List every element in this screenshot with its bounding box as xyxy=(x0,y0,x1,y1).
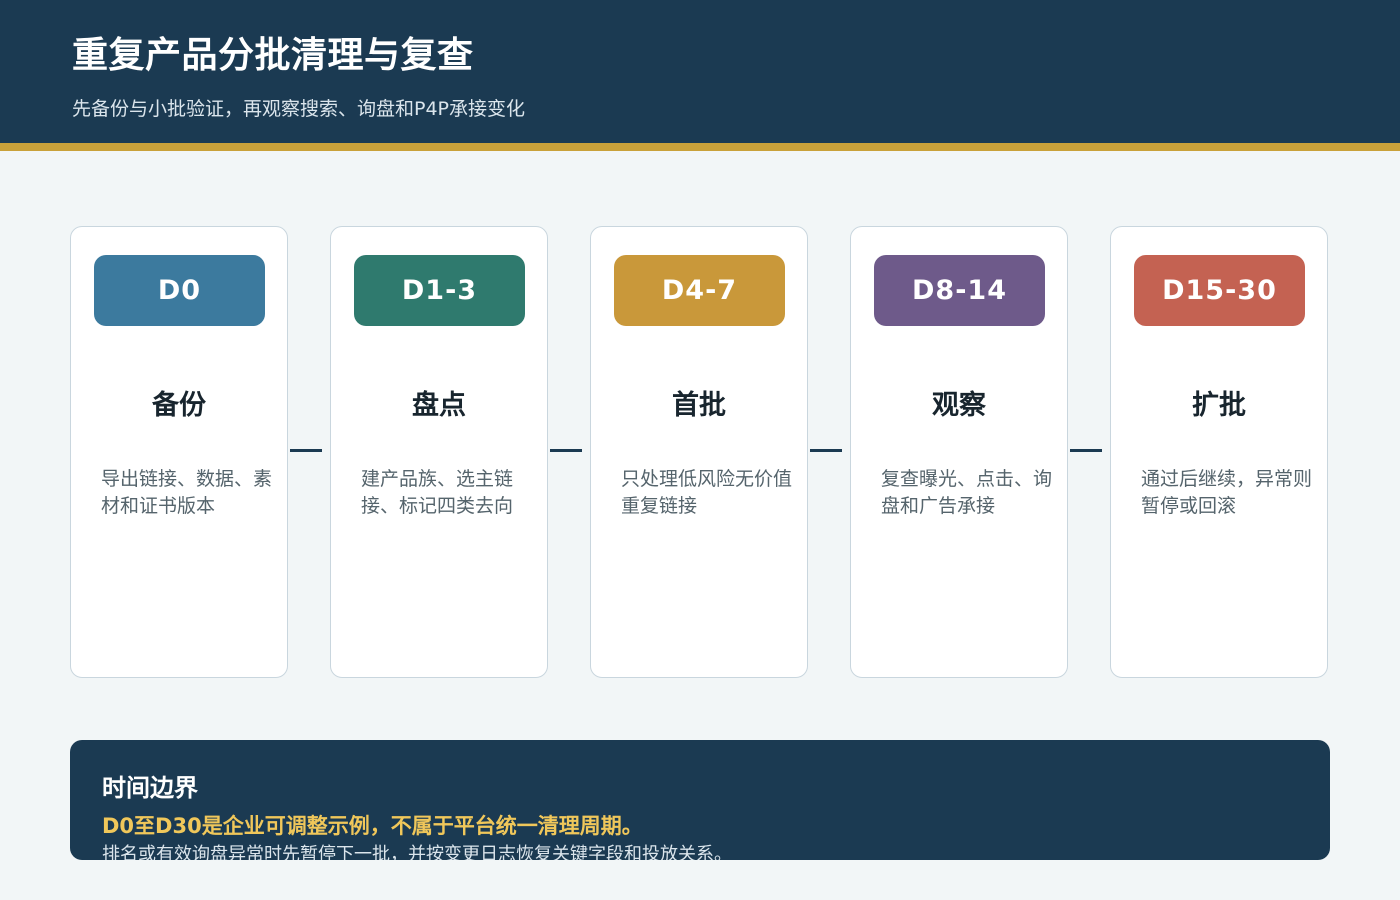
panel-highlight: D0至D30是企业可调整示例，不属于平台统一清理周期。 xyxy=(102,814,643,838)
stage-badge: D0 xyxy=(94,255,265,326)
time-boundary-panel: 时间边界 D0至D30是企业可调整示例，不属于平台统一清理周期。 排名或有效询盘… xyxy=(70,740,1330,860)
panel-heading: 时间边界 xyxy=(102,774,198,802)
stage-badge: D15-30 xyxy=(1134,255,1305,326)
step-connector xyxy=(550,449,582,452)
stage-badge: D8-14 xyxy=(874,255,1045,326)
header-accent-bar xyxy=(0,143,1400,151)
step-title: 备份 xyxy=(152,390,206,421)
stage-badge: D4-7 xyxy=(614,255,785,326)
step-description: 只处理低风险无价值重复链接 xyxy=(621,468,793,517)
panel-note: 排名或有效询盘异常时先暂停下一批，并按变更日志恢复关键字段和投放关系。 xyxy=(102,844,732,860)
step-card-d4-7: D4-7 首批 只处理低风险无价值重复链接 xyxy=(590,226,808,678)
stage-badge: D1-3 xyxy=(354,255,525,326)
step-title: 扩批 xyxy=(1192,390,1246,421)
step-connector xyxy=(1070,449,1102,452)
step-title: 首批 xyxy=(672,390,726,421)
header-banner: 重复产品分批清理与复查 先备份与小批验证，再观察搜索、询盘和P4P承接变化 xyxy=(0,0,1400,143)
step-connector xyxy=(810,449,842,452)
step-card-d15-30: D15-30 扩批 通过后继续，异常则暂停或回滚 xyxy=(1110,226,1328,678)
page-title: 重复产品分批清理与复查 xyxy=(72,35,474,76)
step-card-d1-3: D1-3 盘点 建产品族、选主链接、标记四类去向 xyxy=(330,226,548,678)
step-description: 通过后继续，异常则暂停或回滚 xyxy=(1141,468,1313,517)
step-title: 观察 xyxy=(932,390,986,421)
step-description: 建产品族、选主链接、标记四类去向 xyxy=(361,468,514,517)
step-card-d0: D0 备份 导出链接、数据、素材和证书版本 xyxy=(70,226,288,678)
step-description: 导出链接、数据、素材和证书版本 xyxy=(101,468,273,517)
step-description: 复查曝光、点击、询盘和广告承接 xyxy=(881,468,1053,517)
page-subtitle: 先备份与小批验证，再观察搜索、询盘和P4P承接变化 xyxy=(72,98,526,120)
step-title: 盘点 xyxy=(412,390,466,421)
step-card-d8-14: D8-14 观察 复查曝光、点击、询盘和广告承接 xyxy=(850,226,1068,678)
step-connector xyxy=(290,449,322,452)
